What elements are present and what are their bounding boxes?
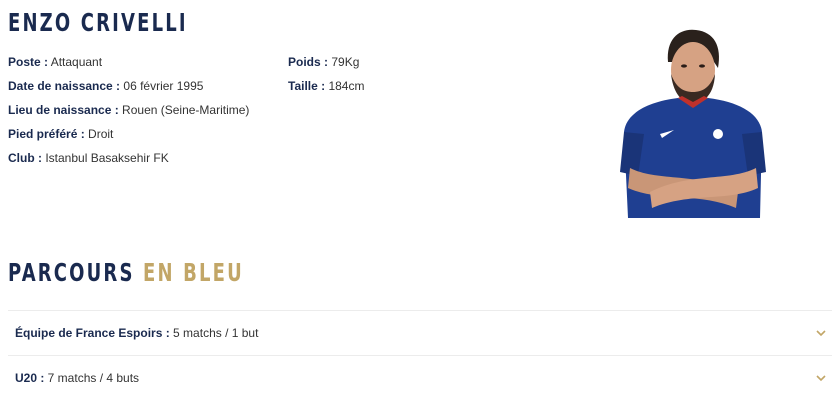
detail-label: Date de naissance : (8, 79, 121, 93)
player-name: ENZO CRIVELLI (8, 8, 188, 37)
detail-value: Rouen (Seine-Maritime) (118, 103, 250, 117)
career-label: U20 : (15, 371, 45, 385)
detail-value: Attaquant (48, 55, 103, 69)
detail-label: Pied préféré : (8, 127, 85, 141)
detail-label: Poids : (288, 55, 329, 69)
detail-label: Poste : (8, 55, 49, 69)
section-title-accent: EN BLEU (143, 258, 244, 287)
career-label: Équipe de France Espoirs : (15, 326, 170, 340)
detail-value: 79Kg (328, 55, 360, 69)
detail-label: Club : (8, 151, 42, 165)
detail-value: 06 février 1995 (120, 79, 204, 93)
chevron-down-icon[interactable] (814, 326, 828, 340)
detail-preferred-foot: Pied préféré : Droit (8, 122, 249, 146)
detail-birthplace: Lieu de naissance : Rouen (Seine-Maritim… (8, 98, 249, 122)
detail-height: Taille : 184cm (288, 74, 364, 98)
detail-club: Club : Istanbul Basaksehir FK (8, 146, 249, 170)
career-text: Équipe de France Espoirs : 5 matchs / 1 … (15, 326, 258, 340)
detail-value: 184cm (325, 79, 365, 93)
detail-weight: Poids : 79Kg (288, 50, 364, 74)
detail-value: Droit (84, 127, 114, 141)
career-item-espoirs[interactable]: Équipe de France Espoirs : 5 matchs / 1 … (8, 310, 832, 355)
detail-date-of-birth: Date de naissance : 06 février 1995 (8, 74, 249, 98)
detail-label: Lieu de naissance : (8, 103, 119, 117)
detail-label: Taille : (288, 79, 326, 93)
career-value: 5 matchs / 1 but (169, 326, 259, 340)
section-title-main: PARCOURS (8, 258, 143, 287)
career-text: U20 : 7 matchs / 4 buts (15, 371, 139, 385)
detail-value: Istanbul Basaksehir FK (42, 151, 169, 165)
player-details-right: Poids : 79Kg Taille : 184cm (288, 50, 364, 98)
career-value: 7 matchs / 4 buts (44, 371, 140, 385)
player-photo (620, 29, 766, 218)
detail-poste: Poste : Attaquant (8, 50, 249, 74)
player-details-left: Poste : Attaquant Date de naissance : 06… (8, 50, 249, 170)
chevron-down-icon[interactable] (814, 371, 828, 385)
career-item-u20[interactable]: U20 : 7 matchs / 4 buts (8, 355, 832, 400)
section-title: PARCOURS EN BLEU (8, 258, 244, 287)
